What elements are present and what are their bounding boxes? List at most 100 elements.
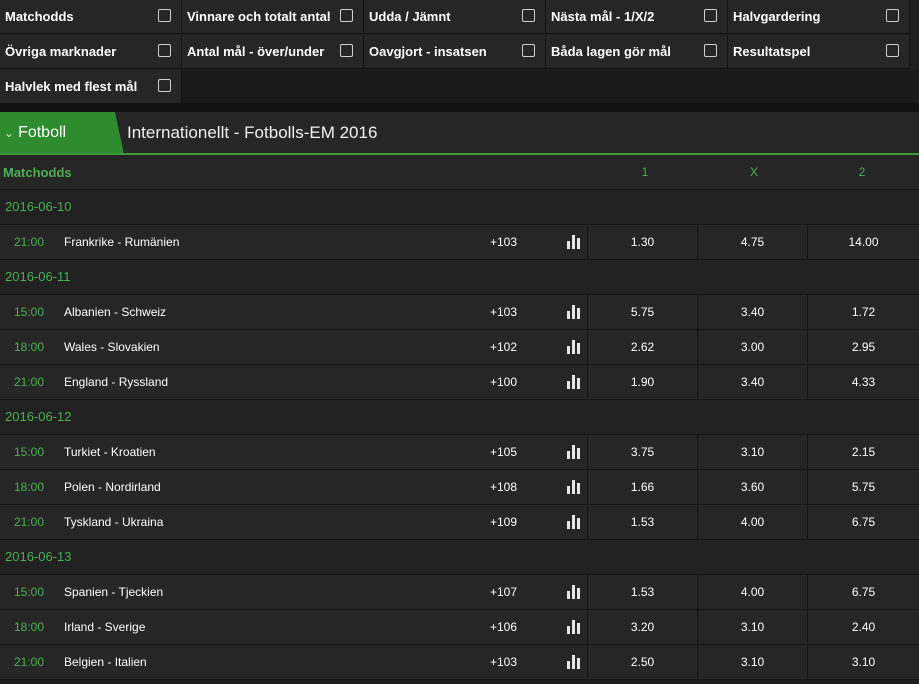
match-row[interactable]: 18:00 Wales - Slovakien +102 2.62 3.00 2.95: [0, 330, 919, 365]
statistics-icon[interactable]: [567, 480, 581, 494]
odds-button-x[interactable]: 3.10: [697, 610, 807, 644]
filter-checkbox[interactable]: [158, 79, 171, 92]
filter-checkbox[interactable]: [886, 9, 899, 22]
filter-checkbox[interactable]: [158, 44, 171, 57]
filter-checkbox[interactable]: [522, 9, 535, 22]
odds-button-1[interactable]: 1.30: [587, 225, 697, 259]
filter-label: Vinnare och totalt antal: [187, 9, 331, 24]
filter-option[interactable]: Nästa mål - 1/X/2: [546, 0, 728, 34]
odds-button-2[interactable]: 6.75: [807, 575, 919, 609]
sport-tab-fotboll[interactable]: ⌄ Fotboll: [0, 112, 124, 154]
statistics-icon[interactable]: [567, 620, 581, 634]
odds-button-1[interactable]: 2.50: [587, 645, 697, 679]
filter-checkbox[interactable]: [886, 44, 899, 57]
statistics-icon[interactable]: [567, 445, 581, 459]
odds-button-x[interactable]: 3.10: [697, 435, 807, 469]
odds-button-2[interactable]: 14.00: [807, 225, 919, 259]
filter-label: Övriga marknader: [5, 44, 117, 59]
match-row[interactable]: 21:00 Frankrike - Rumänien +103 1.30 4.75 14.…: [0, 225, 919, 260]
odds-button-1[interactable]: 1.66: [587, 470, 697, 504]
match-teams[interactable]: Irland - Sverige: [64, 610, 145, 644]
more-markets-link[interactable]: +103: [490, 225, 517, 259]
filter-option[interactable]: Resultatspel: [728, 35, 910, 69]
odds-button-1[interactable]: 3.75: [587, 435, 697, 469]
more-markets-link[interactable]: +102: [490, 330, 517, 364]
match-teams[interactable]: Spanien - Tjeckien: [64, 575, 163, 609]
match-teams[interactable]: Polen - Nordirland: [64, 470, 161, 504]
statistics-icon[interactable]: [567, 655, 581, 669]
match-row[interactable]: 21:00 Tyskland - Ukraina +109 1.53 4.00 6.75: [0, 505, 919, 540]
odds-button-x[interactable]: 3.10: [697, 645, 807, 679]
more-markets-link[interactable]: +107: [490, 575, 517, 609]
match-row[interactable]: 15:00 Albanien - Schweiz +103 5.75 3.40 1.72: [0, 295, 919, 330]
match-teams[interactable]: Frankrike - Rumänien: [64, 225, 179, 259]
statistics-icon[interactable]: [567, 375, 581, 389]
statistics-icon[interactable]: [567, 340, 581, 354]
filter-checkbox[interactable]: [340, 44, 353, 57]
filter-option[interactable]: Vinnare och totalt antal: [182, 0, 364, 34]
odds-button-2[interactable]: 1.72: [807, 295, 919, 329]
odds-button-2[interactable]: 6.75: [807, 505, 919, 539]
statistics-icon[interactable]: [567, 515, 581, 529]
match-time: 21:00: [14, 235, 45, 249]
odds-button-2[interactable]: 2.40: [807, 610, 919, 644]
odds-button-2[interactable]: 5.75: [807, 470, 919, 504]
odds-button-1[interactable]: 1.53: [587, 575, 697, 609]
odds-button-1[interactable]: 1.53: [587, 505, 697, 539]
filter-checkbox[interactable]: [704, 44, 717, 57]
filter-option[interactable]: Övriga marknader: [0, 35, 182, 69]
filter-checkbox[interactable]: [522, 44, 535, 57]
more-markets-link[interactable]: +103: [490, 645, 517, 679]
match-time: 15:00: [14, 445, 45, 459]
filter-label: Nästa mål - 1/X/2: [551, 9, 655, 24]
match-teams[interactable]: Albanien - Schweiz: [64, 295, 166, 329]
odds-button-x[interactable]: 3.00: [697, 330, 807, 364]
match-row[interactable]: 15:00 Spanien - Tjeckien +107 1.53 4.00 6.75: [0, 575, 919, 610]
odds-button-x[interactable]: 4.75: [697, 225, 807, 259]
filter-checkbox[interactable]: [340, 9, 353, 22]
more-markets-link[interactable]: +103: [490, 295, 517, 329]
match-teams[interactable]: Turkiet - Kroatien: [64, 435, 156, 469]
match-teams[interactable]: Belgien - Italien: [64, 645, 147, 679]
odds-button-x[interactable]: 3.60: [697, 470, 807, 504]
statistics-icon[interactable]: [567, 235, 581, 249]
odds-button-2[interactable]: 2.95: [807, 330, 919, 364]
filter-option[interactable]: Matchodds: [0, 0, 182, 34]
odds-button-x[interactable]: 3.40: [697, 295, 807, 329]
odds-button-2[interactable]: 3.10: [807, 645, 919, 679]
odds-button-2[interactable]: 4.33: [807, 365, 919, 399]
filter-option[interactable]: Oavgjort - insatsen: [364, 35, 546, 69]
filter-option[interactable]: Antal mål - över/under: [182, 35, 364, 69]
more-markets-link[interactable]: +109: [490, 505, 517, 539]
filter-checkbox[interactable]: [158, 9, 171, 22]
match-row[interactable]: 15:00 Turkiet - Kroatien +105 3.75 3.10 2.15: [0, 435, 919, 470]
filter-option[interactable]: Halvgardering: [728, 0, 910, 34]
odds-button-1[interactable]: 5.75: [587, 295, 697, 329]
divider: [0, 104, 919, 112]
more-markets-link[interactable]: +106: [490, 610, 517, 644]
odds-button-x[interactable]: 3.40: [697, 365, 807, 399]
filter-option[interactable]: Båda lagen gör mål: [546, 35, 728, 69]
filter-option[interactable]: Udda / Jämnt: [364, 0, 546, 34]
odds-button-1[interactable]: 1.90: [587, 365, 697, 399]
filter-option[interactable]: Halvlek med flest mål: [0, 70, 182, 104]
odds-button-1[interactable]: 2.62: [587, 330, 697, 364]
match-teams[interactable]: Wales - Slovakien: [64, 330, 160, 364]
match-row[interactable]: 18:00 Irland - Sverige +106 3.20 3.10 2.40: [0, 610, 919, 645]
match-row[interactable]: 21:00 England - Ryssland +100 1.90 3.40 4.33: [0, 365, 919, 400]
match-teams[interactable]: England - Ryssland: [64, 365, 168, 399]
more-markets-link[interactable]: +105: [490, 435, 517, 469]
more-markets-link[interactable]: +108: [490, 470, 517, 504]
statistics-icon[interactable]: [567, 585, 581, 599]
statistics-icon[interactable]: [567, 305, 581, 319]
filter-label: Halvlek med flest mål: [5, 79, 138, 94]
odds-button-x[interactable]: 4.00: [697, 575, 807, 609]
match-teams[interactable]: Tyskland - Ukraina: [64, 505, 163, 539]
filter-checkbox[interactable]: [704, 9, 717, 22]
more-markets-link[interactable]: +100: [490, 365, 517, 399]
odds-button-1[interactable]: 3.20: [587, 610, 697, 644]
odds-button-x[interactable]: 4.00: [697, 505, 807, 539]
match-row[interactable]: 18:00 Polen - Nordirland +108 1.66 3.60 5.75: [0, 470, 919, 505]
match-row[interactable]: 21:00 Belgien - Italien +103 2.50 3.10 3.10: [0, 645, 919, 680]
odds-button-2[interactable]: 2.15: [807, 435, 919, 469]
